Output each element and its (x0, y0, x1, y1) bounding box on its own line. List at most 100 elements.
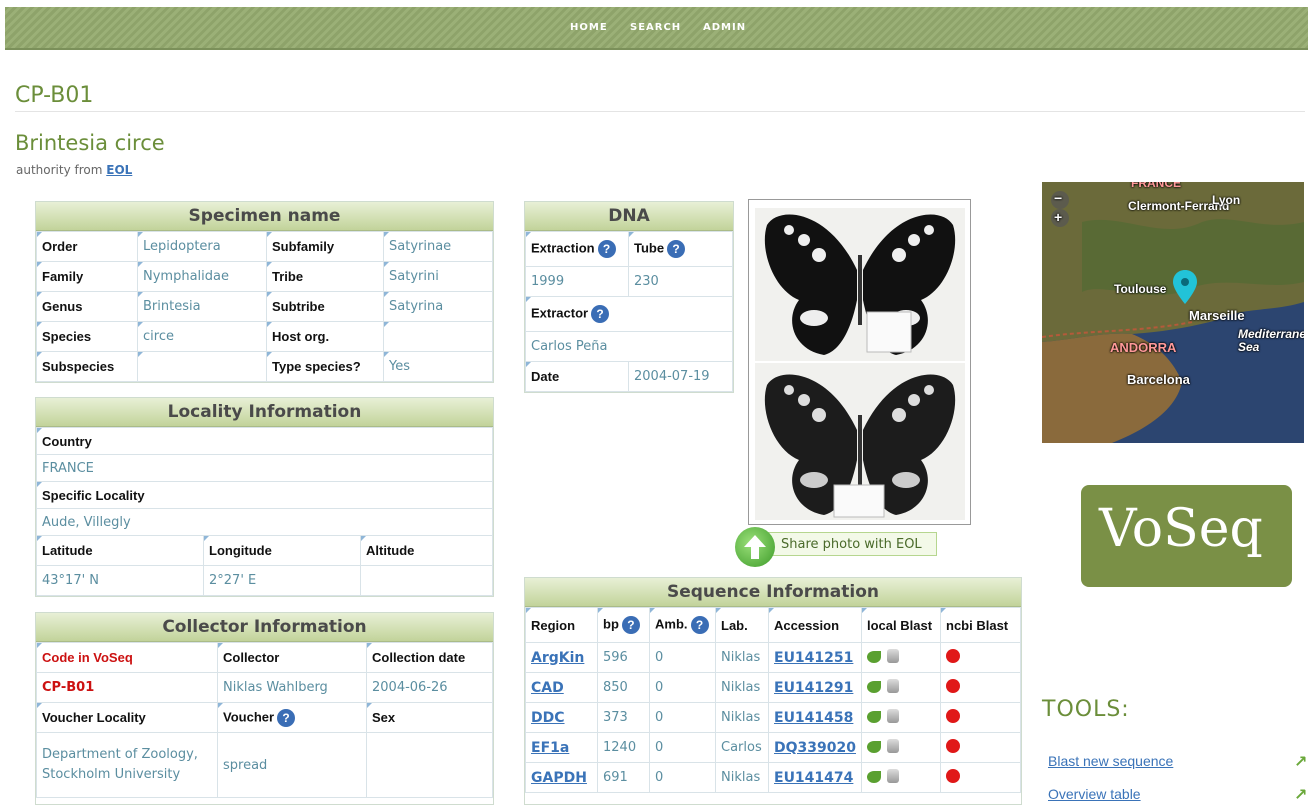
map-label-med-sea: Mediterranean Sea (1238, 327, 1304, 354)
region-link[interactable]: CAD (531, 680, 564, 696)
map-zoom-out-icon[interactable]: − (1054, 190, 1062, 206)
order-label: Order (36, 231, 138, 262)
accession-cell: DQ339020 (768, 732, 862, 763)
latitude-label: Latitude (36, 535, 204, 566)
region-link[interactable]: EF1a (531, 740, 569, 756)
bp-header-cell: bp? (597, 607, 650, 643)
blast-leaf-icon[interactable] (867, 650, 881, 663)
database-icon[interactable] (887, 708, 899, 723)
region-cell: EF1a (525, 732, 598, 763)
bp-value: 1240 (597, 732, 650, 763)
table-row: Code in VoSeq Collector Collection date (36, 642, 493, 673)
ncbi-blast-cell (940, 732, 1021, 763)
share-eol-button[interactable]: Share photo with EOL (735, 527, 939, 567)
blast-leaf-icon[interactable] (867, 680, 881, 693)
table-row: Extractor? (525, 296, 733, 332)
ncbi-blast-cell (940, 672, 1021, 703)
region-link[interactable]: GAPDH (531, 770, 587, 786)
external-arrow-icon[interactable]: ↗ (1294, 752, 1307, 771)
accession-cell: EU141251 (768, 642, 862, 673)
extraction-value: 1999 (525, 266, 629, 297)
authority-prefix: authority from (16, 163, 103, 177)
nav-search-link[interactable]: SEARCH (630, 22, 681, 33)
tribe-value: Satyrini (383, 261, 493, 292)
map-marker-icon[interactable] (1173, 270, 1197, 304)
table-row: Voucher Locality Voucher? Sex (36, 702, 493, 733)
eol-link[interactable]: EOL (106, 163, 132, 177)
specimen-photo[interactable] (748, 199, 971, 525)
region-header: Region (525, 607, 598, 643)
help-icon[interactable]: ? (690, 616, 709, 634)
altitude-label: Altitude (360, 535, 493, 566)
table-row: 1999 230 (525, 266, 733, 297)
map-terrain (1042, 182, 1304, 443)
subspecies-value (137, 351, 267, 382)
ncbi-blast-icon[interactable] (946, 708, 960, 723)
region-link[interactable]: ArgKin (531, 650, 584, 666)
help-icon[interactable]: ? (621, 616, 640, 634)
help-icon[interactable]: ? (597, 240, 616, 258)
subtribe-value: Satyrina (383, 291, 493, 322)
tools-title: TOOLS: (1042, 697, 1130, 722)
help-icon[interactable]: ? (591, 305, 610, 323)
host-label: Host org. (266, 321, 384, 352)
accession-link[interactable]: EU141291 (774, 680, 853, 696)
accession-link[interactable]: EU141251 (774, 650, 853, 666)
authority-line: authority from EOL (16, 163, 132, 177)
blast-leaf-icon[interactable] (867, 740, 881, 753)
voseq-logo: VoSeq (1081, 485, 1292, 587)
blast-new-sequence-link[interactable]: Blast new sequence (1048, 753, 1173, 769)
subspecies-label: Subspecies (36, 351, 138, 382)
table-row: FRANCE (36, 454, 493, 482)
voucher-value: spread (217, 732, 367, 798)
family-value: Nymphalidae (137, 261, 267, 292)
species-label: Species (36, 321, 138, 352)
ncbi-blast-icon[interactable] (946, 738, 960, 753)
table-row: Carlos Peña (525, 331, 733, 362)
region-link[interactable]: DDC (531, 710, 565, 726)
map-zoom-in-icon[interactable]: + (1054, 209, 1062, 225)
nav-home-link[interactable]: HOME (570, 22, 608, 33)
ncbi-blast-icon[interactable] (946, 678, 960, 693)
help-icon[interactable]: ? (667, 240, 686, 258)
species-value: circe (137, 321, 267, 352)
collector-label: Collector (217, 642, 367, 673)
local-blast-cell (861, 642, 941, 673)
latitude-value: 43°17' N (36, 565, 204, 596)
ncbi-blast-cell (940, 702, 1021, 733)
tube-label-cell: Tube? (628, 231, 733, 267)
accession-link[interactable]: DQ339020 (774, 740, 856, 756)
ncbi-blast-icon[interactable] (946, 768, 960, 783)
accession-link[interactable]: EU141458 (774, 710, 853, 726)
table-row: Extraction? Tube? (525, 231, 733, 267)
table-row: Country (36, 427, 493, 455)
ncbi-blast-cell (940, 762, 1021, 793)
code-value: CP-B01 (36, 672, 218, 703)
voucher-locality-value: Department of Zoology, Stockholm Univers… (36, 732, 218, 798)
database-icon[interactable] (887, 648, 899, 663)
location-map[interactable]: Clermont-Ferrand Lyon Toulouse Marseille… (1042, 182, 1304, 443)
dna-date-value: 2004-07-19 (628, 361, 733, 392)
nav-admin-link[interactable]: ADMIN (703, 22, 746, 33)
lab-value: Niklas (715, 672, 769, 703)
blast-leaf-icon[interactable] (867, 710, 881, 723)
blast-leaf-icon[interactable] (867, 770, 881, 783)
bp-value: 691 (597, 762, 650, 793)
external-arrow-icon[interactable]: ↗ (1294, 785, 1307, 804)
database-icon[interactable] (887, 738, 899, 753)
subtribe-label: Subtribe (266, 291, 384, 322)
help-icon[interactable]: ? (277, 708, 296, 727)
database-icon[interactable] (887, 678, 899, 693)
database-icon[interactable] (887, 768, 899, 783)
logo-text: VoSeq (1099, 499, 1263, 559)
amb-value: 0 (649, 642, 716, 673)
map-label-toulouse: Toulouse (1114, 282, 1167, 296)
table-row: DDC 373 0 Niklas EU141458 (525, 702, 1021, 733)
ncbi-blast-header: ncbi Blast (940, 607, 1021, 643)
table-row: Specific Locality (36, 481, 493, 509)
ncbi-blast-icon[interactable] (946, 648, 960, 663)
region-cell: ArgKin (525, 642, 598, 673)
divider (15, 111, 1305, 112)
accession-link[interactable]: EU141474 (774, 770, 853, 786)
overview-table-link[interactable]: Overview table (1048, 786, 1141, 802)
